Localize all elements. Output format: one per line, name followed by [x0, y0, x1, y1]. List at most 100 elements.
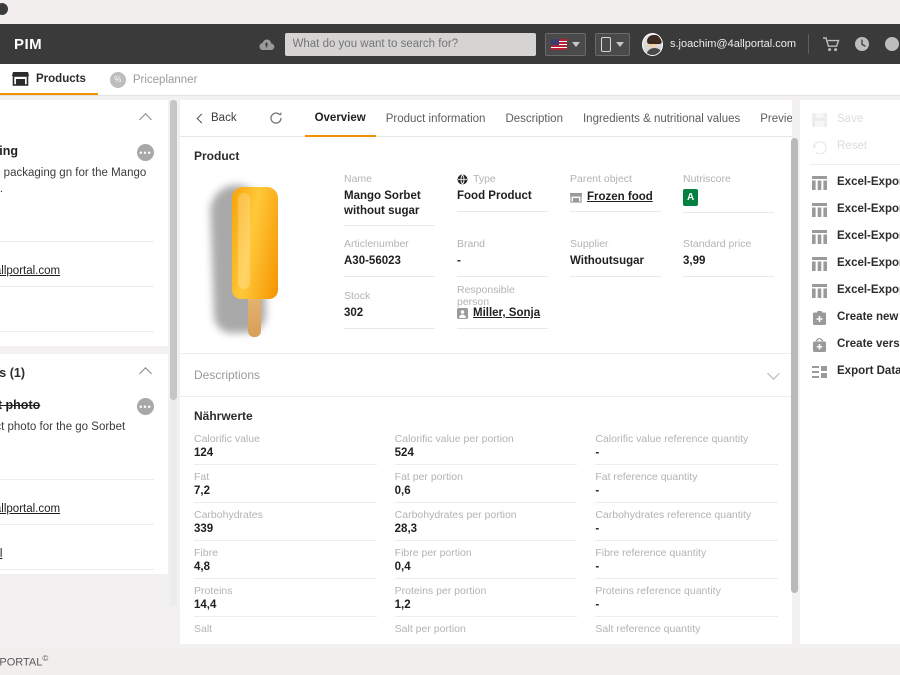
open-tasks-header[interactable]: ks (1)	[0, 100, 154, 138]
nutrition-value: 124	[194, 447, 214, 459]
field-value: Withoutsugar	[570, 255, 644, 268]
task-due-label: date	[0, 206, 154, 218]
window-control-dot[interactable]	[0, 3, 8, 15]
chevron-down-icon[interactable]	[767, 366, 780, 380]
history-clock-icon[interactable]	[854, 36, 870, 52]
global-search-box[interactable]	[284, 32, 536, 56]
nutrition-value: 28,3	[394, 523, 418, 535]
task-created-value[interactable]: .joachim@4allportal.com	[0, 503, 154, 515]
language-selector[interactable]	[544, 32, 586, 56]
nutrition-label: Carbohydrates per portion	[394, 509, 517, 521]
nutrition-cell: Carbohydrates per portion 28,3	[394, 503, 578, 541]
footer: d by 4ALLPORTAL©	[0, 648, 900, 675]
main-scrollbar-thumb[interactable]	[791, 138, 798, 593]
divider	[0, 479, 154, 480]
field-label: Stock	[344, 289, 371, 302]
nutrition-value: 339	[194, 523, 214, 535]
folder-icon	[570, 192, 582, 203]
field-link-label: Miller, Sonja	[473, 307, 541, 320]
action-export-datasheet[interactable]: Export Datash	[800, 358, 900, 385]
nutrition-label: Fat per portion	[394, 471, 463, 483]
datasheet-icon	[812, 366, 827, 378]
nutrition-value: 1,2	[394, 599, 411, 611]
descriptions-section-header[interactable]: Descriptions	[180, 353, 792, 397]
nutrition-cell: Salt per portion	[395, 617, 578, 635]
tab-description[interactable]: Description	[495, 100, 573, 137]
descriptions-label: Descriptions	[194, 368, 261, 382]
refresh-icon[interactable]	[259, 111, 293, 125]
cloud-upload-icon[interactable]	[255, 38, 279, 51]
task-due-label: date	[0, 444, 154, 456]
more-icon[interactable]	[884, 36, 900, 52]
shopping-cart-icon[interactable]	[823, 36, 840, 52]
field-value: Mango Sorbet without sugar	[344, 190, 421, 217]
nutrition-value: 7,2	[194, 485, 210, 497]
search-input[interactable]	[292, 38, 528, 50]
nutrition-cell: Fibre per portion 0,4	[394, 541, 578, 579]
task-assigned-label: gned users	[0, 296, 154, 308]
action-excel-export-search[interactable]: Excel-Export (I Search)	[800, 250, 900, 277]
field-type: Type Food Product	[457, 171, 552, 236]
more-options-icon[interactable]: •••	[137, 398, 154, 415]
avatar[interactable]	[641, 32, 663, 56]
action-label: Excel-Export (Industry)	[837, 230, 900, 242]
action-excel-export-2[interactable]: Excel-Export (I	[800, 196, 900, 223]
module-tab-priceplanner[interactable]: % Priceplanner	[98, 64, 210, 95]
field-name: Name Mango Sorbet without sugar	[344, 171, 439, 236]
module-tab-label: Priceplanner	[132, 73, 198, 86]
tab-ingredients-nutritional-values[interactable]: Ingredients & nutritional values	[573, 100, 750, 137]
tab-preview[interactable]: Preview	[750, 100, 792, 137]
footer-brand-post: PORTAL	[0, 656, 43, 669]
action-reset[interactable]: Reset	[800, 133, 900, 160]
field-underline	[344, 327, 435, 329]
device-selector[interactable]	[594, 32, 630, 56]
tab-product-information[interactable]: Product information	[376, 100, 496, 137]
nutrition-value: 524	[394, 447, 414, 459]
nutrition-section: Nährwerte Calorific value 124 Calorific …	[180, 397, 792, 635]
field-supplier: Supplier Withoutsugar	[570, 236, 665, 287]
nutrition-label: Salt	[194, 623, 213, 635]
product-section: Product Name Mango Sorbet without sugar	[180, 137, 792, 339]
task-add-icon	[813, 311, 826, 325]
completed-tasks-header[interactable]: bleted tasks (1)	[0, 354, 154, 392]
chevron-up-icon[interactable]	[139, 112, 152, 126]
nutrition-label: Fat	[194, 471, 210, 483]
back-button[interactable]: Back	[188, 112, 247, 124]
globe-icon	[457, 173, 468, 185]
nutrition-value: 4,8	[194, 561, 210, 573]
field-value-link[interactable]: Frozen food	[570, 187, 661, 211]
tab-overview[interactable]: Overview	[304, 100, 376, 137]
action-excel-export-s-filter[interactable]: Excel-Export (S Filter)	[800, 169, 900, 196]
task-assigned-value[interactable]: mith, Sarah	[0, 310, 154, 322]
chevron-up-icon[interactable]	[139, 366, 152, 380]
sidebar-scrollbar-thumb[interactable]	[170, 100, 177, 400]
field-underline	[457, 276, 548, 278]
task-created-value[interactable]: .joachim@4allportal.com	[0, 265, 154, 277]
more-options-icon[interactable]: •••	[137, 144, 154, 161]
action-create-new-task[interactable]: Create new tas	[800, 304, 900, 331]
task-assigned-value[interactable]: Down, Daniel	[0, 548, 154, 560]
application-window: PIM s.joachim@4allportal.com	[0, 0, 900, 675]
module-tab-products[interactable]: Products	[0, 64, 98, 95]
task-title[interactable]: ate product photo	[0, 398, 40, 412]
divider	[0, 569, 154, 570]
open-tasks-card: ks (1) ign packaging ••• se create the p…	[0, 100, 168, 346]
field-nutriscore: Nutriscore A	[683, 171, 778, 236]
field-brand: Brand -	[457, 236, 552, 287]
table-icon	[812, 257, 827, 271]
action-label: Export Datash	[837, 365, 900, 377]
action-create-version[interactable]: Create version	[800, 331, 900, 358]
action-excel-export-5[interactable]: Excel-Export (I	[800, 277, 900, 304]
nutrition-label: Proteins per portion	[394, 585, 487, 597]
product-image[interactable]	[194, 171, 344, 339]
action-excel-export-industry[interactable]: Excel-Export (Industry)	[800, 223, 900, 250]
action-save[interactable]: Save	[800, 106, 900, 133]
field-underline	[457, 327, 548, 329]
nutrition-cell: Fat per portion 0,6	[394, 465, 578, 503]
field-stock: Stock 302	[344, 288, 439, 339]
task-title[interactable]: ign packaging	[0, 144, 18, 158]
actions-sidebar: Save Reset Excel-Export (S Filter) Excel…	[800, 100, 900, 644]
nutrition-cell: Fat 7,2	[194, 465, 377, 503]
product-section-title: Product	[194, 149, 240, 163]
field-underline	[683, 212, 774, 213]
